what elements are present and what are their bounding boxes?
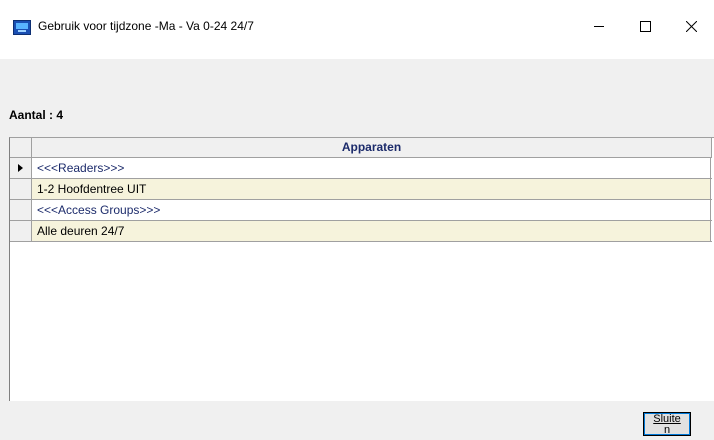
table-cell[interactable]: <<<Readers>>> xyxy=(32,158,711,178)
minimize-icon xyxy=(594,25,604,27)
row-selector[interactable] xyxy=(10,221,32,241)
app-monitor-icon xyxy=(13,20,31,35)
current-row-arrow-icon xyxy=(18,164,23,172)
row-selector[interactable] xyxy=(10,158,32,178)
row-selector[interactable] xyxy=(10,179,32,199)
row-selector[interactable] xyxy=(10,200,32,220)
window-title: Gebruik voor tijdzone -Ma - Va 0-24 24/7 xyxy=(38,19,254,33)
count-label: Aantal : 4 xyxy=(9,108,64,122)
close-button[interactable]: Sluite n xyxy=(643,412,691,436)
table-row[interactable]: 1-2 Hoofdentree UIT xyxy=(10,179,712,200)
table-row[interactable]: <<<Access Groups>>> xyxy=(10,200,712,221)
table-cell[interactable]: <<<Access Groups>>> xyxy=(32,200,711,220)
column-header-apparaten[interactable]: Apparaten xyxy=(32,138,712,157)
dialog-client-area: Aantal : 4 Apparaten <<<Readers>>> 1-2 H… xyxy=(0,59,714,440)
title-bar: Gebruik voor tijdzone -Ma - Va 0-24 24/7 xyxy=(0,0,714,59)
maximize-button[interactable] xyxy=(622,10,668,42)
minimize-button[interactable] xyxy=(576,10,622,42)
table-cell[interactable]: 1-2 Hoofdentree UIT xyxy=(32,179,711,199)
close-icon xyxy=(685,20,697,32)
grid-header-corner xyxy=(10,138,32,157)
close-button-label-line2: n xyxy=(663,424,671,436)
table-cell[interactable]: Alle deuren 24/7 xyxy=(32,221,711,241)
table-row[interactable]: <<<Readers>>> xyxy=(10,158,712,179)
maximize-icon xyxy=(639,20,651,32)
table-row[interactable]: Alle deuren 24/7 xyxy=(10,221,712,242)
devices-grid[interactable]: Apparaten <<<Readers>>> 1-2 Hoofdentree … xyxy=(9,137,714,401)
grid-header: Apparaten xyxy=(10,138,712,158)
close-window-button[interactable] xyxy=(668,10,714,42)
